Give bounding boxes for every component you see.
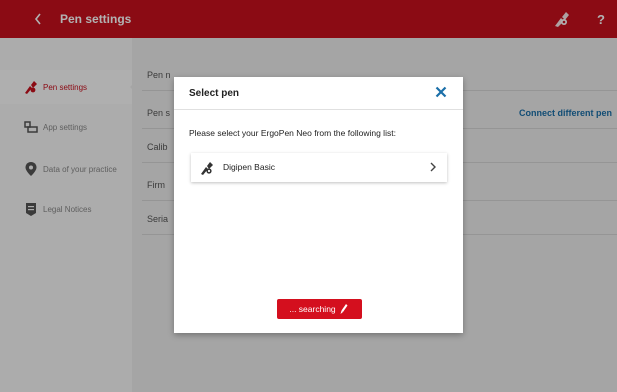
dialog-prompt: Please select your ErgoPen Neo from the …: [189, 128, 396, 138]
searching-button[interactable]: ... searching: [277, 299, 362, 319]
pen-name: Digipen Basic: [223, 162, 275, 172]
divider: [174, 109, 463, 110]
pen-icon: [198, 159, 216, 177]
pen-icon: [340, 303, 350, 315]
chevron-right-icon: [430, 162, 436, 172]
searching-label: ... searching: [289, 304, 336, 314]
select-pen-dialog: Select pen Please select your ErgoPen Ne…: [174, 77, 463, 333]
app-window: Pen settings ? Pen settings App settings…: [0, 0, 617, 392]
pen-list-item[interactable]: Digipen Basic: [191, 153, 447, 182]
close-icon: [435, 86, 447, 98]
close-button[interactable]: [432, 83, 450, 101]
dialog-title: Select pen: [189, 88, 240, 99]
